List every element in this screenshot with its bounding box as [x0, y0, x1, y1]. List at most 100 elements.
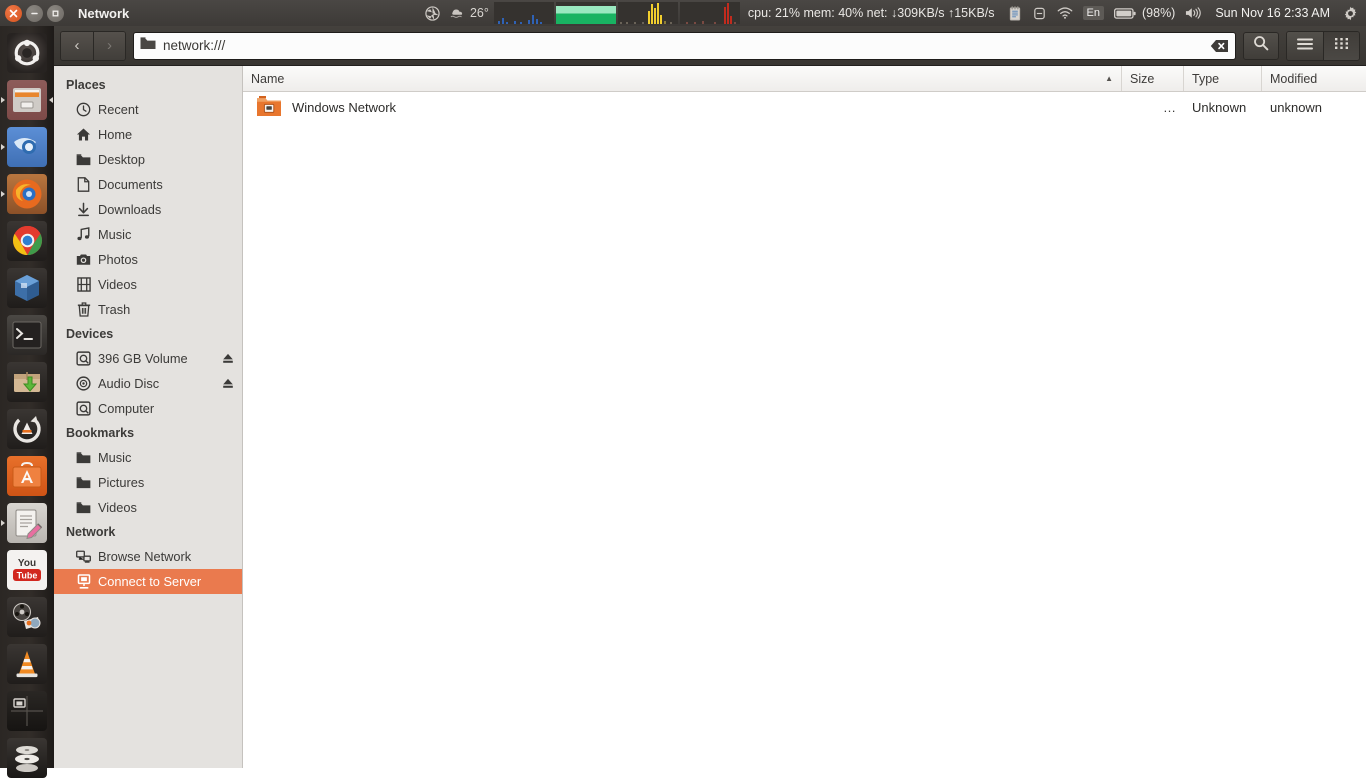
drive-icon [76, 401, 91, 416]
unity-launcher[interactable]: You Tube [0, 26, 54, 778]
sidebar-item-recent[interactable]: Recent [54, 97, 242, 122]
launcher-item-files[interactable] [0, 76, 54, 123]
sidebar-item-documents[interactable]: Documents [54, 172, 242, 197]
cell-size: … [1163, 99, 1176, 115]
folder-icon [76, 152, 91, 167]
table-row[interactable]: Windows Network … Unknown unknown [243, 92, 1366, 122]
system-monitor-graphs[interactable] [493, 2, 740, 24]
forward-button[interactable]: › [93, 31, 125, 60]
sidebar-item-music[interactable]: Music [54, 222, 242, 247]
sidebar-item-videos[interactable]: Videos [54, 495, 242, 520]
column-header-name[interactable]: Name ▲ [243, 66, 1122, 91]
cell-name[interactable]: Windows Network [243, 92, 1122, 122]
launcher-item-software-updater[interactable] [0, 405, 54, 452]
sidebar-item-label: Photos [98, 252, 138, 267]
sidebar-item-photos[interactable]: Photos [54, 247, 242, 272]
film-reel-icon [7, 596, 47, 637]
sidebar-item-396-gb-volume[interactable]: 396 GB Volume [54, 346, 242, 371]
battery-indicator[interactable]: (98%) [1109, 0, 1180, 26]
battery-icon [1114, 7, 1136, 19]
view-buttons [1286, 30, 1360, 61]
software-updater-icon [7, 408, 47, 449]
sidebar-item-label: Connect to Server [98, 574, 202, 589]
volume-icon[interactable] [1180, 0, 1207, 26]
launcher-item-package-installer[interactable] [0, 358, 54, 405]
sidebar-item-label: Trash [98, 302, 131, 317]
sidebar-item-label: Home [98, 127, 133, 142]
system-stats-label[interactable]: cpu: 21% mem: 40% net: ↓309KB/s ↑15KB/s [740, 6, 1003, 20]
grid-view-icon [1334, 37, 1349, 55]
column-header-modified[interactable]: Modified [1262, 66, 1366, 91]
location-input[interactable]: network:/// [133, 31, 1236, 60]
sidebar-heading-network: Network [66, 525, 116, 539]
maximize-window-button[interactable] [47, 4, 64, 22]
keyboard-layout-label: En [1082, 6, 1104, 20]
terminal-icon [7, 314, 47, 355]
sidebar-item-home[interactable]: Home [54, 122, 242, 147]
places-sidebar[interactable]: Places Recent Home Desktop Documents Download… [54, 66, 243, 768]
eject-icon[interactable] [222, 377, 242, 390]
column-header-type[interactable]: Type [1184, 66, 1262, 91]
focused-indicator-icon [49, 96, 53, 103]
sidebar-item-music[interactable]: Music [54, 445, 242, 470]
camera-icon [76, 252, 91, 267]
sidebar-item-connect-to-server[interactable]: Connect to Server [54, 569, 242, 594]
wifi-icon[interactable] [1052, 0, 1078, 26]
weather-icon [450, 9, 463, 18]
sidebar-item-computer[interactable]: Computer [54, 396, 242, 421]
launcher-item-disc-drive[interactable] [0, 734, 54, 781]
youtube-icon: You Tube [7, 549, 47, 590]
launcher-item-media-player[interactable] [0, 593, 54, 640]
sidebar-item-desktop[interactable]: Desktop [54, 147, 242, 172]
weather-indicator[interactable]: 26° [445, 0, 494, 26]
traffic-cone-icon [7, 643, 47, 684]
cell-modified: unknown [1270, 99, 1323, 115]
launcher-item-firefox[interactable] [0, 170, 54, 217]
search-icon [1253, 35, 1269, 56]
folder-icon [76, 500, 91, 515]
minimize-window-button[interactable] [26, 4, 43, 22]
launcher-item-dash-home[interactable] [0, 29, 54, 76]
column-header-label: Size [1130, 71, 1155, 86]
sidebar-item-trash[interactable]: Trash [54, 297, 242, 322]
sidebar-item-pictures[interactable]: Pictures [54, 470, 242, 495]
launcher-item-workspace-switcher[interactable] [0, 687, 54, 734]
aperture-icon[interactable] [420, 0, 445, 26]
running-indicator-icon [1, 519, 5, 526]
clock-indicator[interactable]: Sun Nov 16 2:33 AM [1207, 6, 1338, 20]
location-value: network:/// [163, 38, 226, 53]
view-grid-button[interactable] [1323, 31, 1359, 60]
sidebar-item-label: Computer [98, 401, 155, 416]
launcher-item-vlc[interactable] [0, 640, 54, 687]
search-button[interactable] [1243, 31, 1279, 60]
launcher-item-web-browser[interactable] [0, 123, 54, 170]
notepad-icon[interactable] [1003, 0, 1027, 26]
column-header-size[interactable]: Size [1122, 66, 1184, 91]
running-indicator-icon [1, 96, 5, 103]
launcher-item-chrome[interactable] [0, 217, 54, 264]
launcher-item-ubuntu-software[interactable] [0, 452, 54, 499]
launcher-item-text-editor[interactable] [0, 499, 54, 546]
gear-icon[interactable] [1338, 0, 1366, 26]
launcher-item-virtualbox[interactable] [0, 264, 54, 311]
window-title: Network [78, 5, 130, 21]
sidebar-item-browse-network[interactable]: Browse Network [54, 544, 242, 569]
firefox-icon [7, 173, 47, 214]
temperature-label: 26° [469, 6, 489, 20]
menu-button[interactable] [1287, 31, 1323, 60]
sidebar-item-videos[interactable]: Videos [54, 272, 242, 297]
package-download-icon [7, 361, 47, 402]
sidebar-item-label: Recent [98, 102, 139, 117]
device-icon[interactable] [1027, 0, 1052, 26]
clear-entry-icon[interactable] [1209, 38, 1229, 54]
eject-icon[interactable] [222, 352, 242, 365]
launcher-item-youtube[interactable]: You Tube [0, 546, 54, 593]
sidebar-item-downloads[interactable]: Downloads [54, 197, 242, 222]
close-window-button[interactable] [5, 4, 22, 22]
briefcase-a-icon [7, 455, 47, 496]
sidebar-item-audio-disc[interactable]: Audio Disc [54, 371, 242, 396]
file-list-view[interactable]: Name ▲ Size Type Modified Windows Network … Un… [243, 66, 1366, 768]
launcher-item-terminal[interactable] [0, 311, 54, 358]
back-button[interactable]: ‹ [61, 31, 93, 60]
keyboard-layout-indicator[interactable]: En [1078, 0, 1109, 26]
